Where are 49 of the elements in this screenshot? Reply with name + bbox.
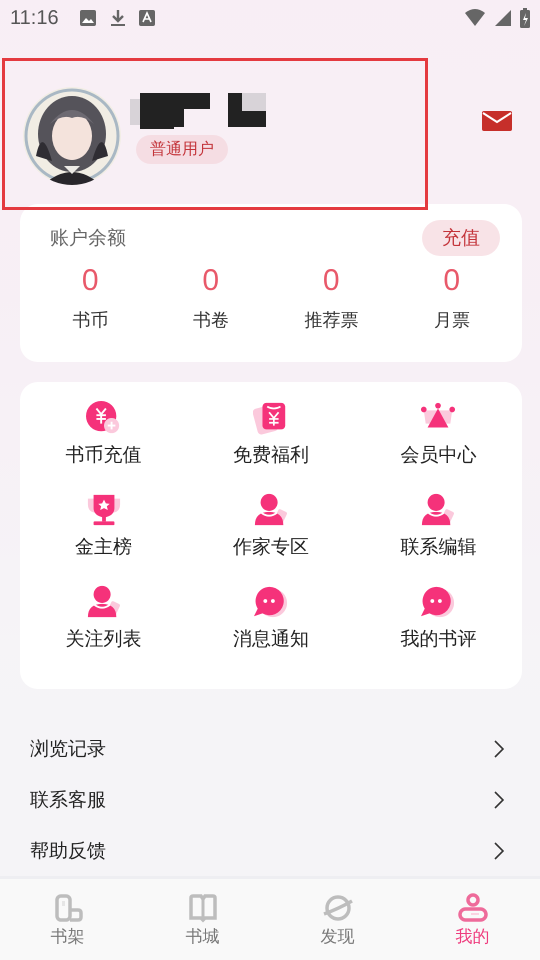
menu-item[interactable]: 浏览记录 xyxy=(30,736,106,762)
chat-bubble-icon[interactable] xyxy=(252,584,289,620)
person-icon[interactable] xyxy=(252,492,289,528)
stat-label: 推荐票 xyxy=(304,309,358,332)
coin-plus-icon[interactable] xyxy=(86,400,122,436)
stat-label: 书卷 xyxy=(192,309,229,332)
stat-value: 0 xyxy=(443,264,460,298)
mail-icon[interactable] xyxy=(482,111,512,131)
feature-label[interactable]: 作家专区 xyxy=(232,534,309,560)
feature-label[interactable]: 免费福利 xyxy=(232,442,309,468)
stat-value: 0 xyxy=(202,264,220,298)
feature-label[interactable]: 关注列表 xyxy=(66,626,142,652)
download-icon xyxy=(108,9,127,27)
open-book-icon xyxy=(188,893,218,923)
chevron-right-icon xyxy=(494,842,504,860)
chevron-right-icon xyxy=(494,790,504,808)
person-icon xyxy=(458,893,488,923)
menu-item[interactable]: 联系客服 xyxy=(30,786,106,812)
feature-label[interactable]: 金主榜 xyxy=(75,534,132,560)
stat-label: 书币 xyxy=(72,309,108,332)
menu-item[interactable]: 帮助反馈 xyxy=(30,838,106,864)
signal-icon xyxy=(494,9,512,27)
planet-icon xyxy=(322,893,352,923)
person-icon[interactable] xyxy=(420,492,456,528)
chevron-right-icon xyxy=(494,740,504,758)
image-icon xyxy=(78,9,97,27)
nav-tab[interactable]: 书城 xyxy=(135,879,270,960)
feature-label[interactable]: 书币充值 xyxy=(66,442,142,468)
stat-value: 0 xyxy=(82,264,99,298)
balance-title: 账户余额 xyxy=(50,226,126,251)
nav-tab[interactable]: 我的 xyxy=(405,879,540,960)
nav-tab[interactable]: 发现 xyxy=(270,879,405,960)
bookshelf-icon xyxy=(52,893,82,923)
user-level-badge: 普通用户 xyxy=(136,134,228,164)
chat-bubble-icon[interactable] xyxy=(420,584,456,620)
person-icon[interactable] xyxy=(86,584,122,620)
font-icon xyxy=(138,10,155,26)
stat-label: 月票 xyxy=(434,309,470,332)
recharge-button[interactable]: 充值 xyxy=(422,220,500,256)
feature-label[interactable]: 联系编辑 xyxy=(400,534,476,560)
wifi-icon xyxy=(464,9,486,27)
trophy-icon[interactable] xyxy=(86,492,122,528)
status-time: 11:16 xyxy=(10,6,59,30)
feature-label[interactable]: 我的书评 xyxy=(400,626,476,652)
feature-label[interactable]: 会员中心 xyxy=(400,442,476,468)
nav-tab[interactable]: 书架 xyxy=(0,879,135,960)
stat-value: 0 xyxy=(322,264,340,298)
feature-label[interactable]: 消息通知 xyxy=(232,626,309,652)
battery-icon xyxy=(520,8,530,28)
